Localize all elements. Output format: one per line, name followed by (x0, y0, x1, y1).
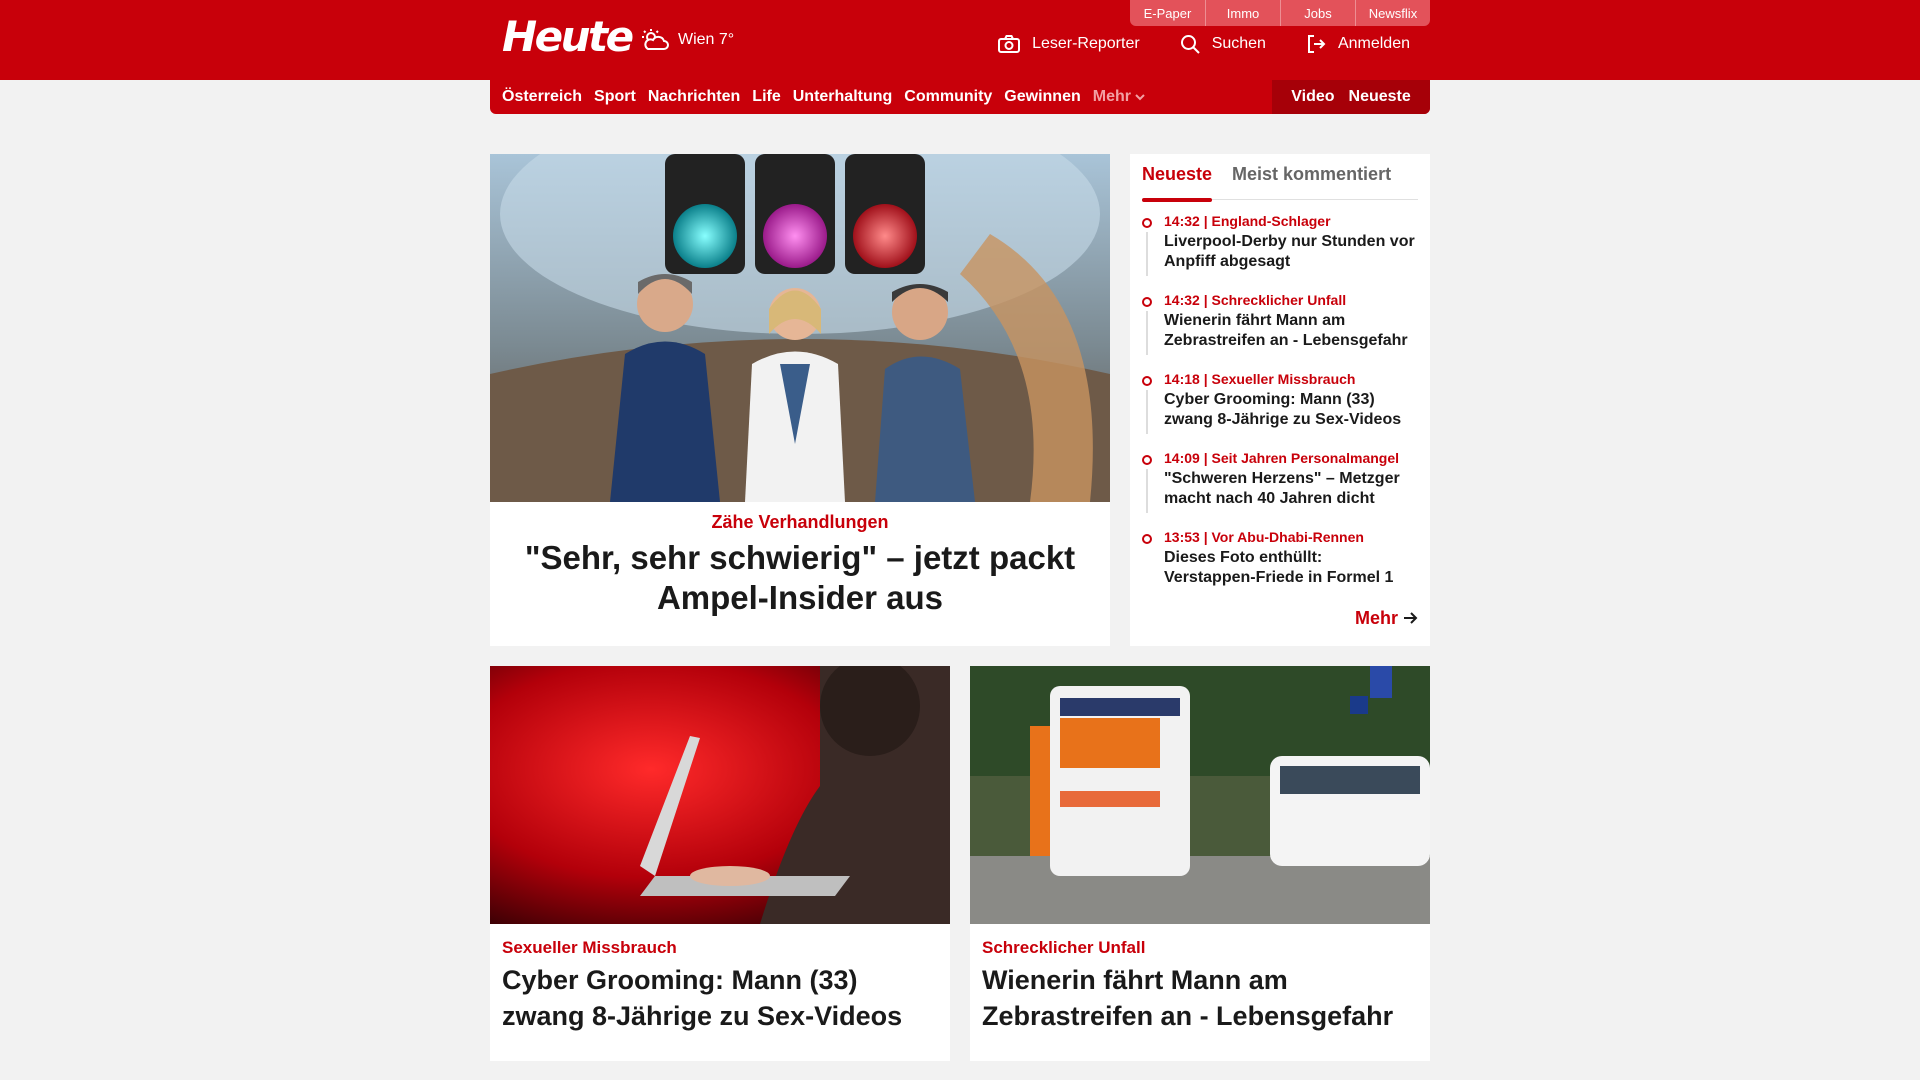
card-kicker: Sexueller Missbrauch (502, 938, 677, 957)
timeline-dot-icon (1142, 534, 1152, 544)
nav-right: Video Neueste (1272, 80, 1430, 114)
card-title[interactable]: Cyber Grooming: Mann (33) zwang 8-Jährig… (502, 962, 942, 1034)
site-header: Heute Wien 7° E-Paper Immo Jobs Newsflix (0, 0, 1920, 80)
timeline-line (1146, 390, 1148, 434)
nav-item-nachrichten[interactable]: Nachrichten (648, 88, 740, 106)
article-card[interactable]: Schrecklicher Unfall Wienerin fährt Mann… (970, 666, 1430, 1061)
timeline-meta: 14:18 | Sexueller Missbrauch (1164, 371, 1356, 387)
nav-items: Österreich Sport Nachrichten Life Unterh… (502, 80, 1145, 114)
timeline-item[interactable]: 14:09 | Seit Jahren Personalmangel "Schw… (1142, 449, 1418, 528)
card-title[interactable]: Wienerin fährt Mann am Zebrastreifen an … (982, 962, 1422, 1034)
nav-more-label: Mehr (1092, 88, 1131, 105)
login-label: Anmelden (1337, 35, 1410, 52)
news-timeline: 14:32 | England-Schlager Liverpool-Derby… (1142, 212, 1418, 607)
sidebar-tabs: Neueste Meist kommentiert (1142, 154, 1418, 202)
nav-item-community[interactable]: Community (904, 88, 992, 106)
timeline-meta: 13:53 | Vor Abu-Dhabi-Rennen (1164, 529, 1364, 545)
timeline-title[interactable]: Dieses Foto enthüllt: Verstappen-Friede … (1164, 548, 1418, 588)
timeline-title[interactable]: "Schweren Herzens" – Metzger macht nach … (1164, 469, 1418, 509)
nav-item-life[interactable]: Life (752, 88, 780, 106)
hero-kicker: Zähe Verhandlungen (711, 512, 889, 532)
search-icon (1180, 34, 1200, 54)
leser-reporter-label: Leser-Reporter (1032, 35, 1140, 52)
card-image-laptop[interactable] (490, 666, 950, 924)
timeline-title[interactable]: Wienerin fährt Mann am Zebrastreifen an … (1164, 311, 1418, 351)
timeline-item[interactable]: 13:53 | Vor Abu-Dhabi-Rennen Dieses Foto… (1142, 528, 1418, 607)
search-button[interactable]: Suchen (1180, 34, 1266, 54)
nav-item-sport[interactable]: Sport (594, 88, 636, 106)
hero-image[interactable] (490, 154, 1110, 502)
hero-title[interactable]: "Sehr, sehr schwierig" – jetzt packt Amp… (520, 538, 1080, 618)
tab-neueste[interactable]: Neueste (1142, 154, 1213, 202)
toplink-newsflix[interactable]: Newsflix (1355, 0, 1430, 26)
timeline-meta: 14:32 | Schrecklicher Unfall (1164, 292, 1347, 308)
leser-reporter-button[interactable]: Leser-Reporter (998, 34, 1140, 54)
header-actions: Leser-Reporter Suchen Anmelden (998, 34, 1410, 54)
nav-item-neueste[interactable]: Neueste (1349, 88, 1411, 106)
arrow-right-icon (1404, 608, 1418, 629)
camera-icon (998, 35, 1021, 53)
timeline-item[interactable]: 14:18 | Sexueller Missbrauch Cyber Groom… (1142, 370, 1418, 449)
timeline-line (1146, 469, 1148, 513)
header-inner: Heute Wien 7° E-Paper Immo Jobs Newsflix (490, 0, 1430, 80)
timeline-item[interactable]: 14:32 | England-Schlager Liverpool-Derby… (1142, 212, 1418, 291)
login-icon (1306, 34, 1326, 54)
top-links: E-Paper Immo Jobs Newsflix (1130, 0, 1430, 26)
main-nav: Österreich Sport Nachrichten Life Unterh… (490, 80, 1430, 114)
site-logo[interactable]: Heute (502, 12, 634, 62)
nav-item-oesterreich[interactable]: Österreich (502, 88, 582, 106)
weather-label: Wien 7° (678, 31, 735, 48)
timeline-line (1146, 311, 1148, 355)
card-image-ambulance[interactable] (970, 666, 1430, 924)
timeline-dot-icon (1142, 218, 1152, 228)
timeline-title[interactable]: Cyber Grooming: Mann (33) zwang 8-Jährig… (1164, 390, 1418, 430)
timeline-item[interactable]: 14:32 | Schrecklicher Unfall Wienerin fä… (1142, 291, 1418, 370)
chevron-down-icon (1135, 88, 1145, 106)
timeline-line (1146, 232, 1148, 276)
toplink-immo[interactable]: Immo (1205, 0, 1280, 26)
card-kicker: Schrecklicher Unfall (982, 938, 1146, 957)
login-button[interactable]: Anmelden (1306, 34, 1410, 54)
timeline-dot-icon (1142, 455, 1152, 465)
sidebar-more-label: Mehr (1354, 608, 1398, 628)
timeline-dot-icon (1142, 297, 1152, 307)
timeline-title[interactable]: Liverpool-Derby nur Stunden vor Anpfiff … (1164, 232, 1418, 272)
tab-meist-kommentiert[interactable]: Meist kommentiert (1232, 154, 1391, 200)
sidebar-more-link[interactable]: Mehr (1355, 608, 1418, 629)
nav-item-gewinnen[interactable]: Gewinnen (1004, 88, 1080, 106)
latest-news-sidebar: Neueste Meist kommentiert 14:32 | Englan… (1130, 154, 1430, 646)
article-card[interactable]: Sexueller Missbrauch Cyber Grooming: Man… (490, 666, 950, 1061)
search-label: Suchen (1211, 35, 1266, 52)
timeline-meta: 14:09 | Seit Jahren Personalmangel (1164, 450, 1400, 466)
timeline-dot-icon (1142, 376, 1152, 386)
nav-item-video[interactable]: Video (1291, 88, 1334, 106)
timeline-meta: 14:32 | England-Schlager (1164, 213, 1331, 229)
nav-more-dropdown[interactable]: Mehr (1093, 88, 1145, 106)
partly-cloudy-icon (640, 28, 670, 52)
nav-item-unterhaltung[interactable]: Unterhaltung (793, 88, 893, 106)
weather-widget[interactable]: Wien 7° (640, 28, 734, 52)
toplink-epaper[interactable]: E-Paper (1130, 0, 1205, 26)
hero-article[interactable]: Zähe Verhandlungen "Sehr, sehr schwierig… (490, 154, 1110, 646)
toplink-jobs[interactable]: Jobs (1280, 0, 1355, 26)
